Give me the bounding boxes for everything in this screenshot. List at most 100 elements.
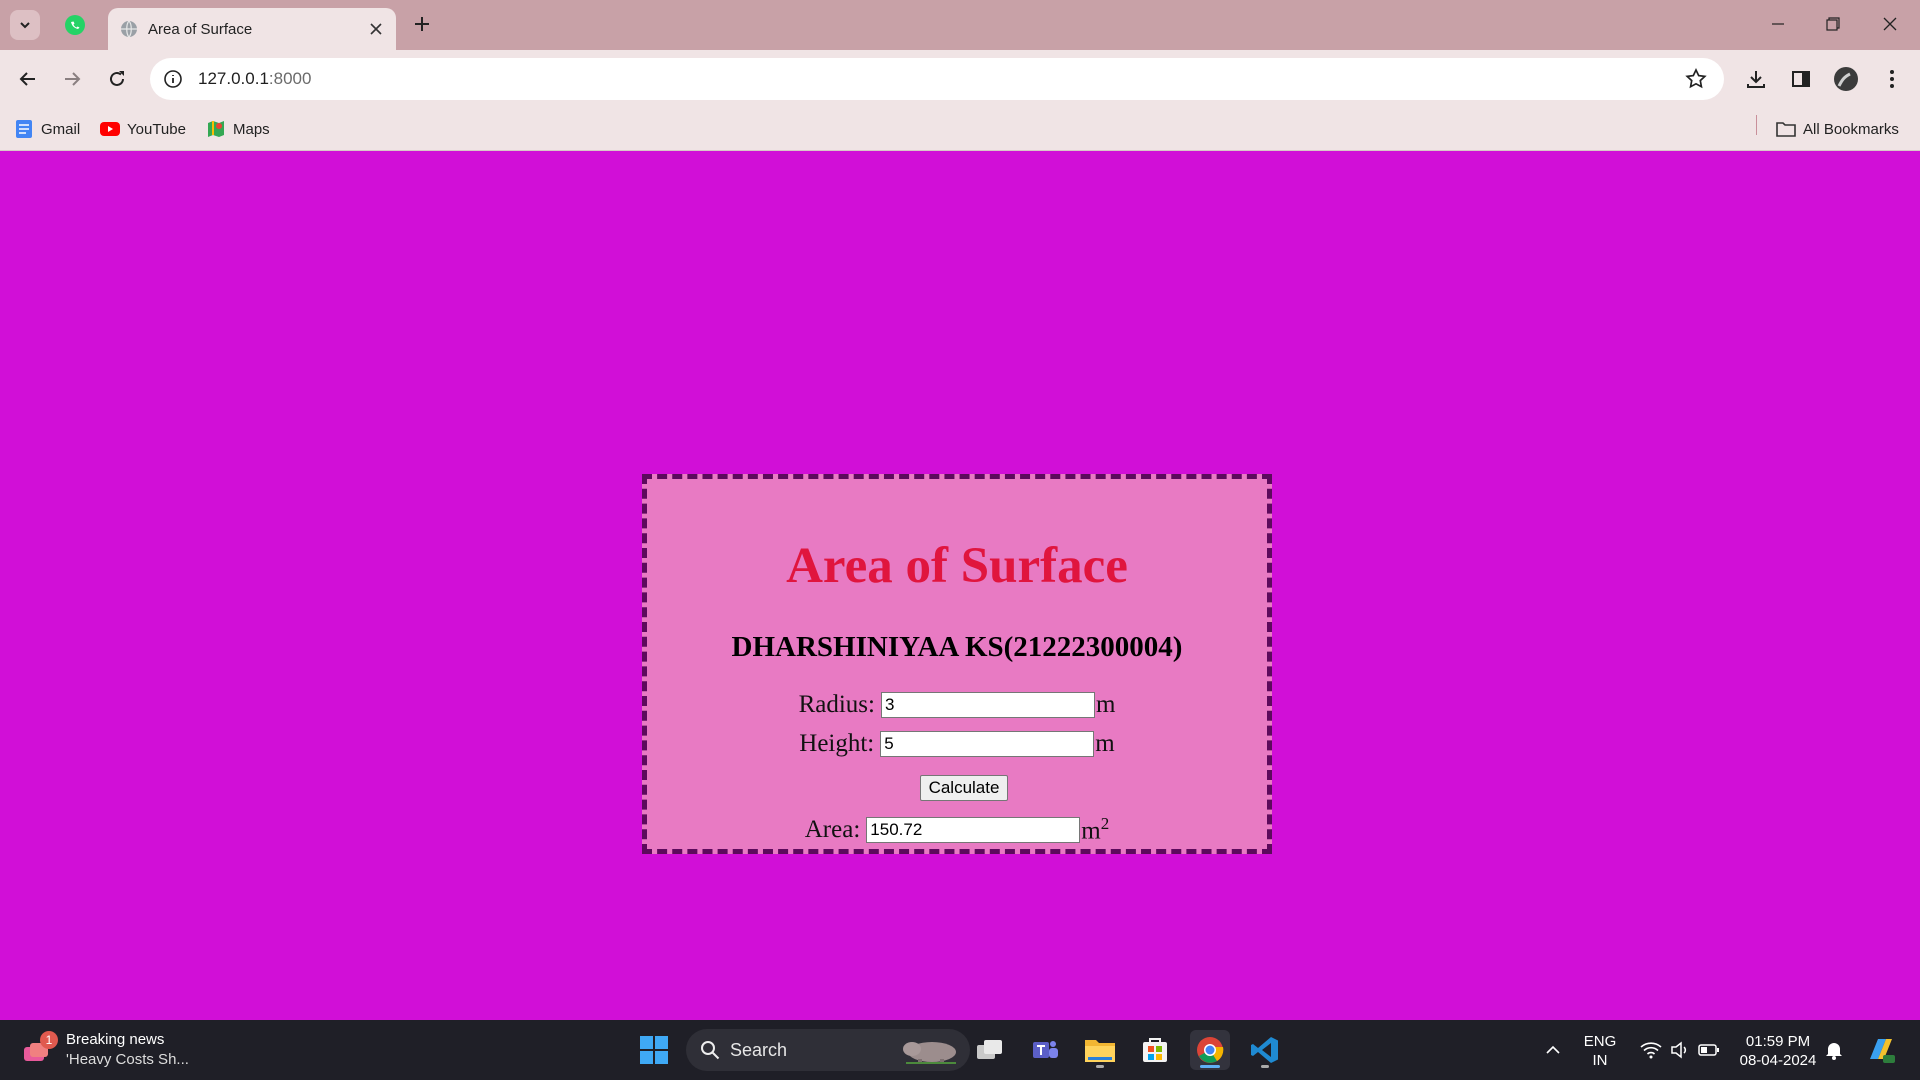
maps-icon bbox=[206, 119, 226, 139]
start-button[interactable] bbox=[634, 1030, 674, 1070]
minimize-icon bbox=[1772, 23, 1784, 25]
all-bookmarks-label: All Bookmarks bbox=[1803, 120, 1899, 138]
close-icon bbox=[1883, 17, 1897, 31]
profile-button[interactable] bbox=[1830, 63, 1862, 95]
news-subtitle: 'Heavy Costs Sh... bbox=[66, 1051, 189, 1068]
store-icon bbox=[1143, 1038, 1167, 1062]
bookmarks-divider bbox=[1756, 115, 1757, 135]
language-code: ENG bbox=[1583, 1033, 1617, 1050]
clock-date: 08-04-2024 bbox=[1739, 1052, 1817, 1069]
calculator-card: Area of Surface DHARSHINIYAA KS(21222300… bbox=[642, 474, 1272, 854]
bell-icon bbox=[1826, 1043, 1842, 1060]
system-status-group[interactable] bbox=[1630, 1030, 1730, 1070]
show-hidden-icons-button[interactable] bbox=[1533, 1030, 1573, 1070]
close-tab-button[interactable] bbox=[364, 17, 388, 41]
arrow-right-icon bbox=[65, 72, 81, 86]
task-view-icon bbox=[977, 1040, 1002, 1059]
plus-icon bbox=[415, 17, 429, 31]
radius-unit: m bbox=[1095, 691, 1116, 718]
area-output[interactable] bbox=[866, 816, 1081, 843]
file-explorer-app[interactable] bbox=[1080, 1030, 1120, 1070]
chrome-app[interactable] bbox=[1190, 1030, 1230, 1070]
language-indicator[interactable]: ENG IN bbox=[1578, 1032, 1622, 1070]
bookmark-label: Gmail bbox=[41, 120, 81, 138]
news-title: Breaking news bbox=[66, 1031, 165, 1048]
bookmarks-bar: Gmail YouTube Maps All Bookmarks bbox=[0, 108, 1920, 151]
running-indicator bbox=[1261, 1065, 1269, 1068]
notifications-button[interactable] bbox=[1814, 1030, 1854, 1070]
bookmark-star-icon[interactable] bbox=[1684, 67, 1708, 91]
copilot-icon bbox=[1870, 1039, 1895, 1063]
bookmark-youtube[interactable]: YouTube bbox=[100, 116, 186, 142]
tab-strip: Area of Surface bbox=[0, 0, 1920, 50]
chevron-up-icon bbox=[1546, 1045, 1560, 1054]
volume-icon bbox=[1671, 1041, 1687, 1059]
height-row: Height: m bbox=[647, 730, 1267, 758]
arrow-left-icon bbox=[19, 72, 35, 86]
store-app[interactable] bbox=[1135, 1030, 1175, 1070]
task-view-button[interactable] bbox=[970, 1030, 1010, 1070]
more-vertical-icon bbox=[1890, 70, 1894, 88]
restore-icon bbox=[1826, 17, 1840, 31]
back-button[interactable] bbox=[12, 63, 44, 95]
news-badge: 1 bbox=[40, 1031, 58, 1049]
chrome-icon bbox=[1197, 1037, 1224, 1063]
avatar-icon bbox=[1834, 67, 1858, 91]
page-title: Area of Surface bbox=[786, 538, 1128, 594]
taskbar-search[interactable]: Search bbox=[686, 1029, 970, 1071]
search-label: Search bbox=[730, 1039, 788, 1060]
gmail-icon bbox=[14, 119, 34, 139]
bookmark-gmail[interactable]: Gmail bbox=[14, 116, 80, 142]
search-icon bbox=[701, 1041, 720, 1060]
reload-button[interactable] bbox=[101, 63, 133, 95]
pinned-tab-whatsapp[interactable] bbox=[62, 12, 88, 38]
bookmark-label: Maps bbox=[233, 120, 270, 138]
forward-button[interactable] bbox=[56, 63, 88, 95]
area-unit-base: m bbox=[1081, 817, 1101, 845]
bookmark-label: YouTube bbox=[127, 120, 186, 138]
area-unit: m2 bbox=[1081, 814, 1109, 845]
author-name: DHARSHINIYAA KS(21222300004) bbox=[731, 631, 1183, 663]
teams-icon bbox=[1033, 1041, 1058, 1058]
clock[interactable]: 01:59 PM 08-04-2024 bbox=[1730, 1032, 1826, 1070]
area-label: Area: bbox=[804, 815, 861, 843]
wifi-icon bbox=[1640, 1042, 1662, 1059]
calculate-button[interactable]: Calculate bbox=[920, 775, 1008, 801]
radius-row: Radius: m bbox=[647, 691, 1267, 719]
all-bookmarks-button[interactable]: All Bookmarks bbox=[1776, 116, 1899, 142]
vscode-app[interactable] bbox=[1245, 1030, 1285, 1070]
teams-app[interactable] bbox=[1025, 1030, 1065, 1070]
height-label: Height: bbox=[799, 730, 875, 757]
news-icon: 1 bbox=[22, 1031, 58, 1067]
address-bar[interactable]: 127.0.0.1:8000 bbox=[150, 58, 1724, 100]
new-tab-button[interactable] bbox=[408, 10, 436, 38]
news-widget[interactable]: 1 Breaking news 'Heavy Costs Sh... bbox=[22, 1030, 189, 1070]
restore-button[interactable] bbox=[1811, 8, 1855, 40]
side-panel-button[interactable] bbox=[1785, 63, 1817, 95]
copilot-button[interactable] bbox=[1860, 1030, 1900, 1070]
folder-icon bbox=[1776, 119, 1796, 139]
downloads-button[interactable] bbox=[1740, 63, 1772, 95]
close-icon bbox=[370, 23, 382, 35]
language-region: IN bbox=[1592, 1052, 1608, 1069]
menu-button[interactable] bbox=[1876, 63, 1908, 95]
site-info-icon[interactable] bbox=[160, 66, 186, 92]
close-window-button[interactable] bbox=[1868, 8, 1912, 40]
area-row: Area: m2 bbox=[647, 814, 1267, 845]
active-indicator bbox=[1200, 1065, 1220, 1068]
area-unit-exponent: 2 bbox=[1100, 814, 1110, 833]
clock-time: 01:59 PM bbox=[1745, 1033, 1811, 1050]
radius-input[interactable] bbox=[880, 692, 1095, 718]
height-unit: m bbox=[1095, 730, 1115, 757]
height-input[interactable] bbox=[880, 731, 1095, 757]
vscode-icon bbox=[1251, 1037, 1278, 1063]
bookmark-maps[interactable]: Maps bbox=[206, 116, 270, 142]
tab-search-button[interactable] bbox=[10, 10, 40, 40]
hippo-search-highlight-icon bbox=[903, 1042, 956, 1064]
tab-title: Area of Surface bbox=[148, 20, 253, 38]
radius-label: Radius: bbox=[798, 691, 875, 718]
tab-area-of-surface[interactable]: Area of Surface bbox=[108, 8, 396, 50]
reload-icon bbox=[110, 71, 124, 86]
minimize-button[interactable] bbox=[1756, 8, 1800, 40]
whatsapp-icon bbox=[65, 15, 85, 35]
